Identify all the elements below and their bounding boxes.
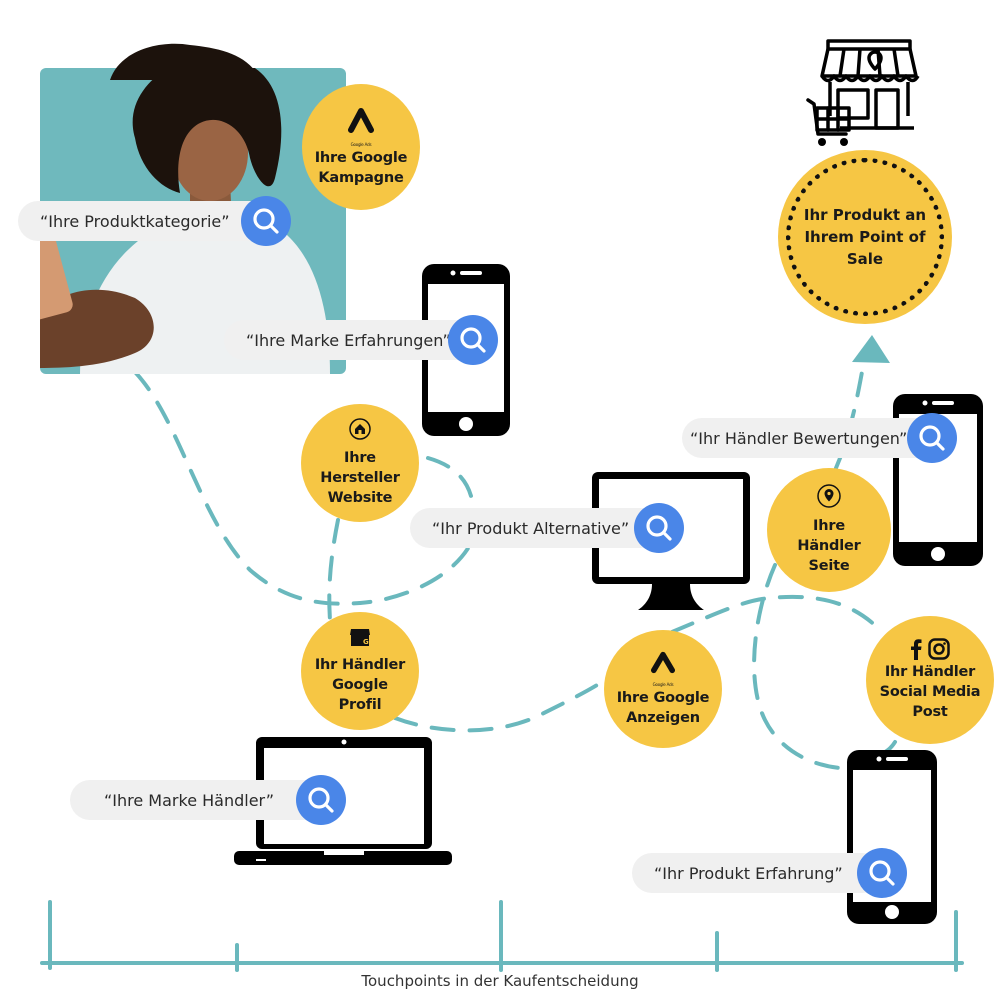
search-button[interactable] <box>907 413 957 463</box>
search-query: “Ihre Marke Händler” <box>104 790 275 810</box>
search-button[interactable] <box>857 848 907 898</box>
touchpoint-hersteller-website: Ihre Hersteller Website <box>301 404 419 522</box>
arrow-head-icon <box>852 335 890 363</box>
instagram-icon <box>928 638 950 660</box>
search-bar-produkt-erfahrung[interactable]: “Ihr Produkt Erfahrung” <box>632 853 882 893</box>
search-bar-produkt-alternative[interactable]: “Ihr Produkt Alternative” <box>410 508 660 548</box>
search-icon <box>869 860 895 886</box>
timeline-axis <box>40 900 964 972</box>
point-of-sale-destination: Ihr Produkt an Ihrem Point of Sale <box>778 150 952 324</box>
touchpoint-haendler-google-profil: G Ihr Händler Google Profil <box>301 612 419 730</box>
search-button[interactable] <box>241 196 291 246</box>
search-button[interactable] <box>296 775 346 825</box>
search-bar-marke-haendler[interactable]: “Ihre Marke Händler” <box>70 780 330 820</box>
touchpoint-haendler-seite: Ihre Händler Seite <box>767 468 891 592</box>
svg-text:G: G <box>363 638 369 646</box>
search-query: “Ihr Produkt Alternative” <box>432 518 630 538</box>
facebook-icon <box>911 639 922 660</box>
search-button[interactable] <box>448 315 498 365</box>
path-profile-to-ads <box>393 678 607 733</box>
smartphone-icon <box>847 750 937 924</box>
touchpoint-label: Ihre Google Kampagne <box>314 150 408 186</box>
touchpoint-haendler-social-media-post: Ihr Händler Social Media Post <box>866 616 994 744</box>
search-icon <box>253 208 279 234</box>
timeline-label: Touchpoints in der Kaufentscheidung <box>361 972 639 990</box>
search-bar-haendler-bewertungen[interactable]: “Ihr Händler Bewertungen” <box>682 418 937 458</box>
google-business-profile-icon: G <box>349 627 371 653</box>
search-query: “Ihre Marke Erfahrungen” <box>246 330 451 350</box>
search-query: “Ihr Produkt Erfahrung” <box>654 863 843 883</box>
facebook-instagram-icon <box>910 638 950 660</box>
shop-with-cart-icon <box>806 39 920 146</box>
touchpoint-label: Ihr Händler Google Profil <box>314 657 406 713</box>
search-icon <box>646 515 672 541</box>
touchpoint-label: Ihre Google Anzeigen <box>616 690 710 726</box>
location-pin-icon <box>817 484 841 514</box>
google-ads-icon <box>650 650 676 680</box>
search-icon <box>308 787 334 813</box>
search-icon <box>460 327 486 353</box>
home-icon <box>349 418 371 446</box>
search-bar-marke-erfahrungen[interactable]: “Ihre Marke Erfahrungen” <box>224 320 484 360</box>
touchpoint-label: Ihre Händler Seite <box>797 518 861 574</box>
search-query: “Ihre Produktkategorie” <box>40 211 230 231</box>
google-ads-icon <box>347 106 375 140</box>
search-bar-produktkategorie[interactable]: “Ihre Produktkategorie” <box>18 201 276 241</box>
touchpoint-google-anzeigen: Google Ads Ihre Google Anzeigen <box>604 630 722 748</box>
search-button[interactable] <box>634 503 684 553</box>
touchpoint-google-kampagne: Google Ads Ihre Google Kampagne <box>302 84 420 210</box>
hair-overflow <box>110 43 260 80</box>
search-icon <box>919 425 945 451</box>
touchpoint-label: Ihre Hersteller Website <box>320 450 400 506</box>
touchpoint-label: Ihr Händler Social Media Post <box>879 664 981 720</box>
point-of-sale-label: Ihr Produkt an Ihrem Point of Sale <box>803 206 927 268</box>
search-query: “Ihr Händler Bewertungen” <box>690 428 908 448</box>
